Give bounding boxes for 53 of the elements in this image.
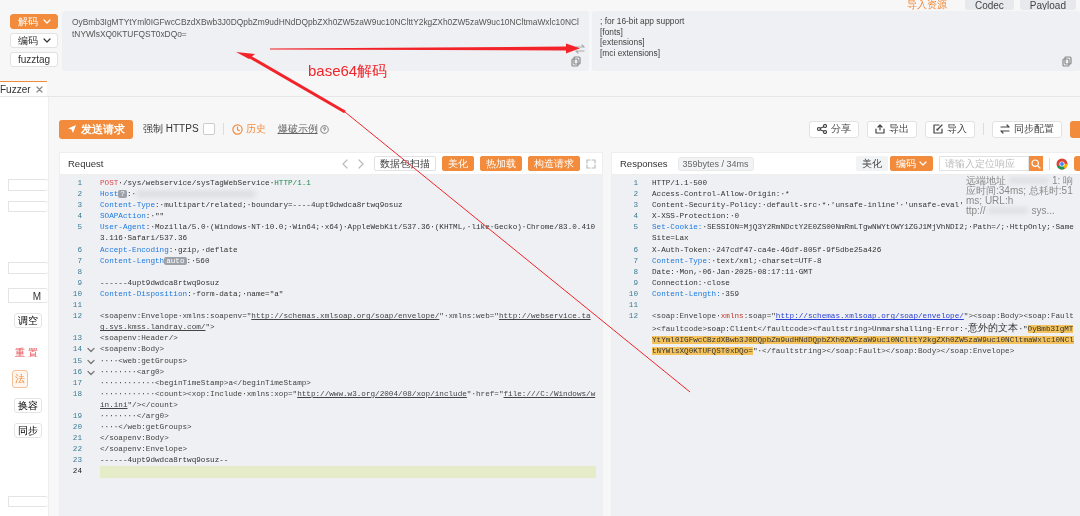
mode-button[interactable]: 编码 bbox=[10, 33, 58, 48]
help-icon[interactable] bbox=[319, 124, 329, 134]
toolbar-button[interactable]: 导出 bbox=[867, 120, 917, 138]
example-link[interactable]: 爆破示例 bbox=[277, 122, 318, 136]
export-icon bbox=[875, 124, 885, 134]
action-button[interactable] bbox=[1070, 120, 1080, 138]
caret-icon bbox=[919, 160, 927, 167]
share-icon bbox=[817, 124, 827, 134]
payload-button[interactable]: Payload bbox=[1019, 0, 1076, 10]
reset-link[interactable]: 重 置 bbox=[15, 345, 38, 360]
output-line: ; for 16-bit app support bbox=[600, 16, 686, 27]
clock-icon bbox=[231, 123, 243, 135]
chevron-left-icon[interactable] bbox=[342, 158, 348, 169]
checkbox[interactable] bbox=[202, 123, 215, 135]
input-field[interactable] bbox=[8, 200, 48, 212]
search-button[interactable] bbox=[1029, 156, 1043, 171]
swap-icon[interactable] bbox=[575, 44, 585, 54]
output-line: [fonts] bbox=[600, 26, 624, 37]
input-field[interactable] bbox=[8, 495, 48, 507]
stats-badge: 359bytes / 34ms bbox=[677, 156, 754, 171]
sync-icon bbox=[1000, 124, 1010, 134]
beautify-button[interactable]: 美化 bbox=[856, 156, 888, 171]
chevron-icon[interactable] bbox=[87, 347, 95, 354]
sidebar-button[interactable]: 换容 bbox=[14, 397, 42, 413]
search-icon bbox=[1031, 158, 1041, 169]
close-icon[interactable] bbox=[35, 85, 43, 93]
output-line: [mci extensions] bbox=[600, 47, 662, 58]
toolbar-button[interactable]: 分享 bbox=[809, 120, 859, 138]
output-line: [extensions] bbox=[600, 37, 646, 48]
chevron-icon[interactable] bbox=[87, 358, 95, 365]
sidebar-button[interactable]: 同步 bbox=[14, 422, 42, 438]
mode-button[interactable]: fuzztag bbox=[10, 52, 58, 67]
checkbox-label: 强制 HTTPS bbox=[143, 122, 199, 136]
toolbar-button[interactable]: 同步配置 bbox=[992, 120, 1062, 138]
action-button[interactable] bbox=[1074, 156, 1080, 171]
tab[interactable]: Fuzzer bbox=[0, 81, 47, 96]
fullscreen-icon[interactable] bbox=[586, 158, 596, 169]
toolbar-button[interactable]: 导入 bbox=[925, 120, 975, 138]
sidebar-button[interactable]: 调空 bbox=[14, 312, 42, 328]
codec-button[interactable]: Codec bbox=[964, 0, 1014, 10]
chevron-right-icon[interactable] bbox=[358, 158, 364, 169]
panel-title: Responses bbox=[620, 158, 668, 169]
input-field[interactable] bbox=[8, 262, 48, 274]
info-text: ttp:// sys... bbox=[966, 206, 1056, 216]
copy-icon[interactable] bbox=[571, 56, 581, 67]
copy-icon[interactable] bbox=[1062, 56, 1072, 67]
send-icon bbox=[67, 124, 77, 134]
input-field[interactable] bbox=[8, 179, 48, 191]
browser-icon[interactable] bbox=[1056, 157, 1068, 170]
panel-title: Request bbox=[68, 158, 104, 169]
info-text: 远端地址 1: 响 bbox=[966, 176, 1075, 186]
chevron-icon[interactable] bbox=[87, 369, 95, 376]
input-field[interactable]: M bbox=[8, 287, 48, 303]
